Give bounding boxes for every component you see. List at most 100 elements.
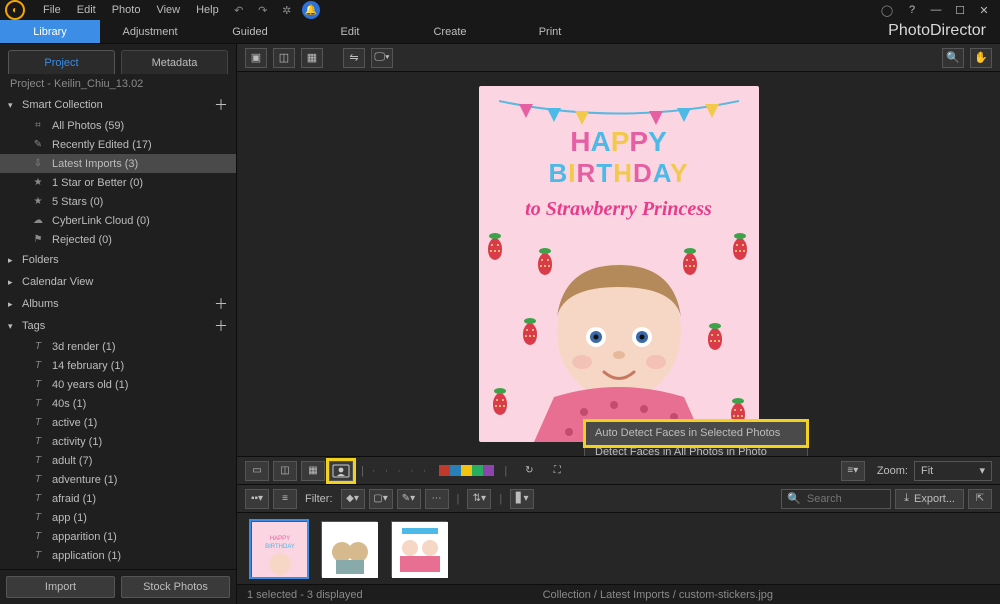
face-tag-button[interactable] xyxy=(329,461,353,481)
smart-item[interactable]: ★1 Star or Better (0) xyxy=(0,173,236,192)
filter-flag-button[interactable]: ▢▾ xyxy=(369,489,393,509)
list-button[interactable]: ≡ xyxy=(273,489,297,509)
thumbnail[interactable] xyxy=(391,521,447,577)
tag-item[interactable]: T3d render (1) xyxy=(0,337,236,356)
tag-item[interactable]: Tactivity (1) xyxy=(0,432,236,451)
sort-order-button[interactable]: ⇅▾ xyxy=(467,489,491,509)
smart-item[interactable]: ⌗All Photos (59) xyxy=(0,116,236,135)
color-label[interactable] xyxy=(472,465,483,476)
color-label[interactable] xyxy=(483,465,494,476)
filter-toolbar: ▪▪▾ ≡ Filter: ◆▾ ▢▾ ✎▾ ⋯ | ⇅▾ | ▋▾ 🔍 ✕ ⤓… xyxy=(237,484,1000,512)
share-button[interactable]: ⇱ xyxy=(968,489,992,509)
mode-library[interactable]: Library xyxy=(0,20,100,43)
tag-item[interactable]: Tapparition (1) xyxy=(0,527,236,546)
import-button[interactable]: Import xyxy=(6,576,115,598)
zoom-select[interactable]: Fit ▾ xyxy=(914,461,992,481)
add-album-icon[interactable]: ＋ xyxy=(214,294,228,314)
account-icon[interactable]: ◯ xyxy=(878,1,896,19)
thumbnail[interactable]: HAPPYBIRTHDAY xyxy=(251,521,307,577)
layout-split-button[interactable]: ◫ xyxy=(273,461,297,481)
tree-item-label: Latest Imports (3) xyxy=(52,158,138,170)
card-title-birthday: BIRTHDAY xyxy=(479,158,759,189)
section-tags[interactable]: Tags ＋ xyxy=(0,315,236,337)
thumbnail[interactable] xyxy=(321,521,377,577)
search-box[interactable]: 🔍 ✕ xyxy=(781,489,891,509)
rating-toolbar: ▭ ◫ ▦ | · · · · · | ↻ ⛶ ≡▾ Zoom: Fit ▾ xyxy=(237,456,1000,484)
tree-item-label: All Photos (59) xyxy=(52,120,124,132)
tree-item-label: 40s (1) xyxy=(52,398,86,410)
photo-viewer[interactable]: HAPPY BIRTHDAY to Strawberry Princess xyxy=(237,72,1000,456)
section-folders[interactable]: Folders xyxy=(0,249,236,271)
minimize-button[interactable]: — xyxy=(925,2,947,18)
rotate-button[interactable]: ↻ xyxy=(517,461,541,481)
mode-guided[interactable]: Guided xyxy=(200,20,300,43)
notification-icon[interactable]: 🔔 xyxy=(302,1,320,19)
single-view-button[interactable]: ▣ xyxy=(245,48,267,68)
display-button[interactable]: 🖵▾ xyxy=(371,48,393,68)
tag-item[interactable]: Tafraid (1) xyxy=(0,489,236,508)
undo-icon[interactable]: ↶ xyxy=(230,1,248,19)
section-smart-collection[interactable]: Smart Collection ＋ xyxy=(0,94,236,116)
filter-more-button[interactable]: ⋯ xyxy=(425,489,449,509)
smart-item[interactable]: ✎Recently Edited (17) xyxy=(0,135,236,154)
filter-brush-button[interactable]: ✎▾ xyxy=(397,489,421,509)
help-button[interactable]: ? xyxy=(901,2,923,18)
filter-color-button[interactable]: ◆▾ xyxy=(341,489,365,509)
sidebar-tab-metadata[interactable]: Metadata xyxy=(121,50,228,74)
compare-view-button[interactable]: ◫ xyxy=(273,48,295,68)
color-label[interactable] xyxy=(439,465,450,476)
smart-item[interactable]: ★5 Stars (0) xyxy=(0,192,236,211)
menu-help[interactable]: Help xyxy=(196,4,219,16)
tag-item[interactable]: T40 years old (1) xyxy=(0,375,236,394)
star-rating[interactable]: · · · · · xyxy=(372,465,430,477)
mirror-button[interactable]: ⇋ xyxy=(343,48,365,68)
mode-edit[interactable]: Edit xyxy=(300,20,400,43)
tag-item[interactable]: Tapplication (1) xyxy=(0,546,236,565)
add-tag-icon[interactable]: ＋ xyxy=(214,316,228,336)
menu-view[interactable]: View xyxy=(156,4,180,16)
zoom-tool-button[interactable]: 🔍 xyxy=(942,48,964,68)
export-button[interactable]: ⤓ Export... xyxy=(895,489,964,509)
tag-item[interactable]: T14 february (1) xyxy=(0,356,236,375)
card-title-happy: HAPPY xyxy=(479,126,759,159)
ctx-auto-detect-selected[interactable]: Auto Detect Faces in Selected Photos xyxy=(585,421,807,446)
smart-item[interactable]: ⚑Rejected (0) xyxy=(0,230,236,249)
layout-single-button[interactable]: ▭ xyxy=(245,461,269,481)
tag-icon: T xyxy=(30,398,46,409)
color-labels[interactable] xyxy=(439,465,494,476)
layout-grid-button[interactable]: ▦ xyxy=(301,461,325,481)
pan-tool-button[interactable]: ✋ xyxy=(970,48,992,68)
ctx-detect-all[interactable]: Detect Faces in All Photos in Photo Brow… xyxy=(585,446,807,456)
stock-photos-button[interactable]: Stock Photos xyxy=(121,576,230,598)
menu-edit[interactable]: Edit xyxy=(77,4,96,16)
color-label[interactable] xyxy=(461,465,472,476)
zoom-label: Zoom: xyxy=(877,465,908,477)
section-albums[interactable]: Albums ＋ xyxy=(0,293,236,315)
mode-adjustment[interactable]: Adjustment xyxy=(100,20,200,43)
tag-item[interactable]: Tadventure (1) xyxy=(0,470,236,489)
add-smart-icon[interactable]: ＋ xyxy=(214,95,228,115)
sort-button[interactable]: ≡▾ xyxy=(841,461,865,481)
close-button[interactable]: ✕ xyxy=(973,2,995,18)
tag-item[interactable]: Tactive (1) xyxy=(0,413,236,432)
sidebar-tab-project[interactable]: Project xyxy=(8,50,115,74)
color-label[interactable] xyxy=(450,465,461,476)
collection-icon: ★ xyxy=(30,196,46,207)
menu-file[interactable]: File xyxy=(43,4,61,16)
tag-item[interactable]: T 40s (1) xyxy=(0,394,236,413)
thumb-size-button[interactable]: ▪▪▾ xyxy=(245,489,269,509)
stack-button[interactable]: ▋▾ xyxy=(510,489,534,509)
mode-create[interactable]: Create xyxy=(400,20,500,43)
redo-icon[interactable]: ↷ xyxy=(254,1,272,19)
tag-item[interactable]: Tadult (7) xyxy=(0,451,236,470)
crop-button[interactable]: ⛶ xyxy=(545,461,569,481)
grid-view-button[interactable]: ▦ xyxy=(301,48,323,68)
mode-print[interactable]: Print xyxy=(500,20,600,43)
maximize-button[interactable]: ☐ xyxy=(949,2,971,18)
smart-item[interactable]: ☁CyberLink Cloud (0) xyxy=(0,211,236,230)
settings-icon[interactable]: ✲ xyxy=(278,1,296,19)
section-calendar[interactable]: Calendar View xyxy=(0,271,236,293)
smart-item[interactable]: ⇩Latest Imports (3) xyxy=(0,154,236,173)
menu-photo[interactable]: Photo xyxy=(112,4,141,16)
tag-item[interactable]: Tapp (1) xyxy=(0,508,236,527)
